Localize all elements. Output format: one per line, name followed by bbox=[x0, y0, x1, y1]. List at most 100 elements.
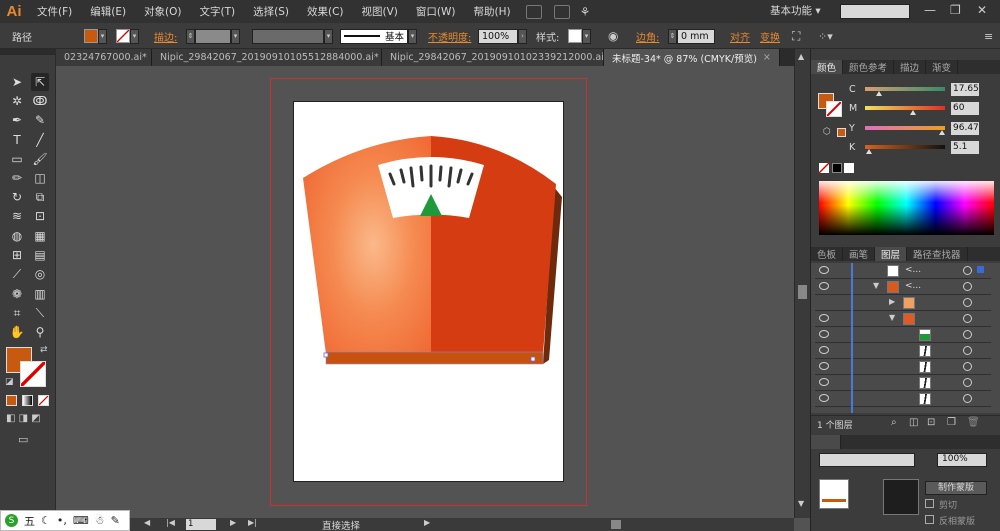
eye-icon[interactable] bbox=[819, 362, 829, 370]
h-scroll-thumb[interactable] bbox=[611, 520, 621, 529]
input-mode-icon[interactable]: 五 bbox=[24, 513, 35, 529]
rectangle-tool-icon[interactable]: ▭ bbox=[8, 150, 26, 168]
isolate-icon[interactable]: ⛶ bbox=[792, 28, 800, 44]
minimize-icon[interactable]: — bbox=[924, 3, 936, 17]
gpu-performance-icon[interactable]: ⚘ bbox=[580, 5, 591, 19]
magenta-track[interactable] bbox=[865, 106, 945, 115]
target-icon[interactable] bbox=[963, 378, 972, 387]
anchor-point[interactable] bbox=[530, 356, 536, 362]
layer-row[interactable] bbox=[815, 343, 991, 359]
delete-layer-icon[interactable]: 🗑 bbox=[967, 417, 980, 428]
scale-base[interactable] bbox=[325, 351, 544, 365]
chevron-down-icon[interactable]: ▾ bbox=[98, 28, 107, 44]
scroll-up-icon[interactable]: ▲ bbox=[798, 52, 804, 61]
swap-colors-icon[interactable]: ⇄ bbox=[40, 345, 48, 355]
black-slider[interactable]: K 5.1 bbox=[849, 139, 999, 155]
target-icon[interactable] bbox=[963, 266, 972, 275]
panel-menu-icon[interactable]: ≡ bbox=[984, 28, 993, 44]
free-transform-icon[interactable]: ⊡ bbox=[31, 207, 49, 225]
eye-icon[interactable] bbox=[819, 378, 829, 386]
black-track[interactable] bbox=[865, 145, 945, 154]
stepper-icon[interactable]: ⇕ bbox=[186, 28, 195, 44]
layer-row[interactable]: <... bbox=[815, 263, 991, 279]
target-icon[interactable] bbox=[963, 330, 972, 339]
cyan-slider[interactable]: C 17.65 bbox=[849, 81, 999, 97]
page-field[interactable]: 1 bbox=[186, 519, 216, 530]
layer-name[interactable]: <... bbox=[905, 281, 921, 291]
taskbar-ime[interactable]: S 五 ☾ •, ⌨ ☃ ✎ bbox=[0, 510, 130, 531]
arrange-icon[interactable]: ⁘▾ bbox=[818, 28, 833, 44]
target-icon[interactable] bbox=[963, 346, 972, 355]
web-color-swatch[interactable] bbox=[837, 128, 846, 137]
menu-object[interactable]: 对象(O) bbox=[135, 4, 190, 19]
selection-tool-icon[interactable]: ➤ bbox=[8, 73, 26, 91]
hand-tool-icon[interactable]: ✋ bbox=[8, 323, 26, 341]
slice-tool-icon[interactable]: ⟍ bbox=[31, 304, 49, 322]
pencil-icon[interactable]: ✏ bbox=[8, 169, 26, 187]
fill-swatch[interactable] bbox=[84, 29, 98, 43]
tab-document-1[interactable]: 02324767000.ai*× bbox=[56, 49, 152, 66]
cyan-track[interactable] bbox=[865, 87, 945, 96]
corner-label[interactable]: 边角: bbox=[636, 28, 659, 44]
corner-field[interactable]: 0 mm bbox=[677, 28, 715, 44]
magic-wand-icon[interactable]: ✲ bbox=[8, 92, 26, 110]
arrange-documents-icon[interactable] bbox=[553, 4, 570, 19]
menu-window[interactable]: 窗口(W) bbox=[407, 4, 465, 19]
prev-page-icon[interactable]: ◀ bbox=[144, 518, 150, 527]
tab-color-guide[interactable]: 颜色参考 bbox=[843, 60, 895, 74]
tab-layers[interactable]: 图层 bbox=[875, 247, 908, 261]
moon-icon[interactable]: ☾ bbox=[41, 514, 51, 527]
target-icon[interactable] bbox=[963, 282, 972, 291]
chevron-right-icon[interactable]: › bbox=[518, 28, 527, 44]
brush-definition-control[interactable]: 基本 ▾ bbox=[340, 28, 417, 44]
curvature-tool-icon[interactable]: ✎ bbox=[31, 111, 49, 129]
stroke-color-box[interactable] bbox=[20, 361, 46, 387]
eye-icon[interactable] bbox=[819, 346, 829, 354]
tab-brushes[interactable]: 画笔 bbox=[843, 247, 876, 261]
tools-icon[interactable]: ✎ bbox=[111, 514, 120, 527]
yellow-track[interactable] bbox=[865, 126, 945, 135]
search-input[interactable] bbox=[840, 4, 910, 19]
eye-icon[interactable] bbox=[819, 330, 829, 338]
blend-mode-select[interactable] bbox=[819, 453, 915, 467]
white-swatch[interactable] bbox=[844, 163, 854, 173]
shape-builder-icon[interactable]: ◍ bbox=[8, 227, 26, 245]
target-icon[interactable] bbox=[963, 394, 972, 403]
out-of-gamut-icon[interactable]: ⬡ bbox=[823, 127, 831, 137]
transform-link[interactable]: 变换 bbox=[760, 28, 780, 44]
chevron-down-icon[interactable]: ▼ bbox=[873, 281, 879, 290]
panel-stroke-swatch[interactable] bbox=[826, 101, 842, 117]
yellow-slider[interactable]: Y 96.47 bbox=[849, 120, 999, 136]
slider-thumb[interactable] bbox=[938, 130, 945, 135]
new-layer-icon[interactable]: ❐ bbox=[947, 417, 956, 428]
slider-thumb[interactable] bbox=[910, 110, 916, 115]
layer-row[interactable] bbox=[815, 359, 991, 375]
canvas-area[interactable] bbox=[56, 66, 794, 518]
none-stroke-icon[interactable] bbox=[116, 29, 130, 43]
scroll-down-icon[interactable]: ▼ bbox=[798, 499, 804, 508]
black-swatch[interactable] bbox=[832, 163, 842, 173]
brush-definition-field[interactable]: 基本 bbox=[340, 28, 408, 44]
stroke-label[interactable]: 描边: bbox=[154, 28, 177, 44]
scale-illustration[interactable] bbox=[294, 102, 565, 483]
clip-checkbox[interactable] bbox=[925, 499, 934, 508]
gradient-tool-icon[interactable]: ▤ bbox=[31, 246, 49, 264]
transparency-opacity-field[interactable]: 100% bbox=[937, 453, 987, 467]
punctuation-icon[interactable]: •, bbox=[57, 514, 67, 527]
color-mode-icon[interactable] bbox=[6, 395, 17, 406]
next-page-icon[interactable]: ▶ bbox=[230, 518, 236, 527]
opacity-label[interactable]: 不透明度: bbox=[428, 28, 471, 44]
new-sublayer-icon[interactable]: ⊡ bbox=[927, 417, 935, 428]
eye-icon[interactable] bbox=[819, 266, 829, 274]
target-icon[interactable] bbox=[963, 314, 972, 323]
perspective-grid-icon[interactable]: ▦ bbox=[31, 227, 49, 245]
cyan-value[interactable]: 17.65 bbox=[951, 82, 979, 96]
skin-icon[interactable]: ☃ bbox=[95, 514, 105, 527]
close-icon[interactable]: × bbox=[763, 52, 771, 63]
eye-icon[interactable] bbox=[819, 394, 829, 402]
artboard[interactable] bbox=[293, 101, 564, 482]
stroke-weight-control[interactable]: ⇕ ▾ bbox=[186, 28, 240, 44]
make-mask-button[interactable]: 制作蒙版 bbox=[925, 481, 987, 495]
symbol-sprayer-icon[interactable]: ❁ bbox=[8, 285, 26, 303]
chevron-down-icon[interactable]: ▾ bbox=[324, 28, 333, 44]
